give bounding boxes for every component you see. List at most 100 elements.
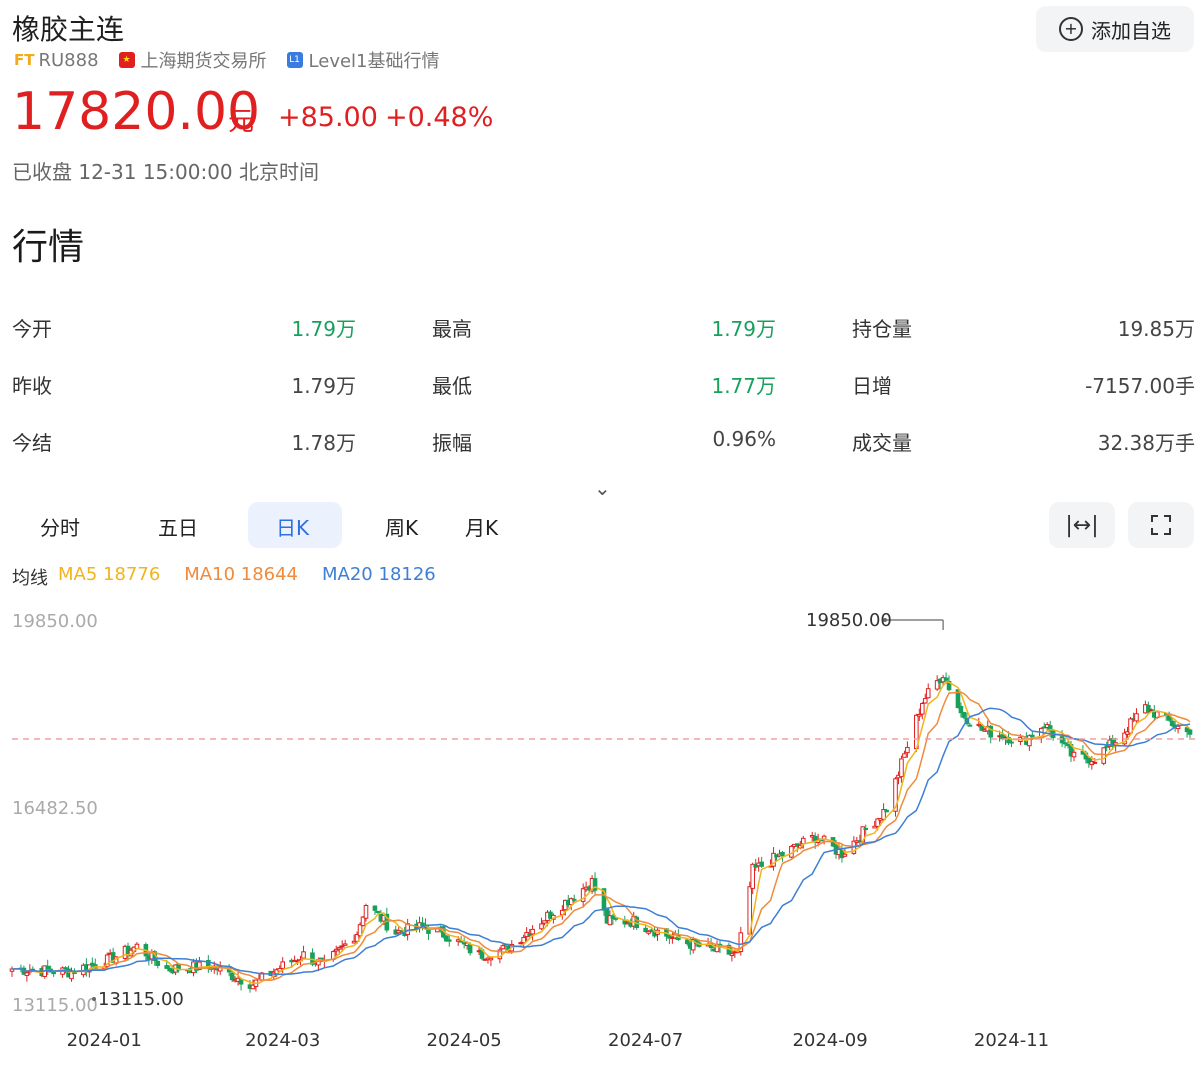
fit-width-button[interactable]: |↔| [1049,502,1115,548]
candle-body [1009,741,1014,744]
candle-body [800,837,806,845]
candle-body [1134,713,1139,722]
candle-body [446,939,452,942]
stat-label-high: 最高 [432,317,472,341]
candle-body [1187,729,1193,735]
tab-daily-k[interactable]: 日K [276,512,309,541]
candle-body [1101,747,1107,764]
candle-body [301,951,306,959]
fullscreen-icon [1151,515,1171,535]
tab-weekly-k[interactable]: 周K [385,512,418,541]
candle-body [750,863,756,889]
ma5-line [11,681,1191,985]
ma-legend: 均线 MA5 18776 MA10 18644 MA20 18126 [12,564,436,590]
extreme-markers: 19850.00 13115.00 [92,610,944,1010]
candle-body [488,957,494,961]
stat-value-high: 1.79万 [711,317,776,341]
ma20-legend: MA20 18126 [322,564,436,585]
candle-body [899,758,904,778]
candle-body [780,851,785,857]
x-tick-label: 2024-11 [974,1030,1049,1051]
expand-chevron-icon[interactable]: ⌄ [594,476,611,500]
candle-body [1062,742,1068,745]
candle-body [842,853,848,857]
stat-value-volume: 32.38万手 [1097,431,1195,455]
candle-body [24,972,30,976]
candles-layer [9,672,1193,993]
candle-body [339,945,345,948]
ma10-line [11,691,1191,981]
high-marker-label: 19850.00 [806,610,892,631]
price-unit: 元 [228,107,255,137]
x-tick-label: 2024-03 [245,1030,320,1051]
plus-circle-icon: + [1059,17,1083,41]
last-price: 17820.00 [12,82,261,142]
low-marker-dot [92,997,96,1001]
stat-value-prev-close: 1.79万 [291,374,356,398]
stat-label-daily-change: 日增 [852,374,892,398]
tab-monthly-k[interactable]: 月K [465,512,498,541]
candle-body [539,923,544,930]
fit-width-icon: |↔| [1065,512,1099,538]
candle-body [1071,751,1077,758]
tab-intraday[interactable]: 分时 [40,512,80,541]
candle-body [530,928,535,935]
candle-body [916,713,922,717]
candle-body [759,861,764,867]
stat-label-settle: 今结 [12,431,52,455]
futures-tag: FT [14,51,35,69]
stat-value-open-interest: 19.85万 [1117,317,1195,341]
candle-body [542,920,547,924]
candle-body [863,827,869,830]
ma-lines-layer [11,681,1191,985]
x-axis: 2024-01 2024-03 2024-05 2024-07 2024-09 2024-… [67,1030,1050,1051]
candle-body [884,809,889,813]
candle-body [372,905,378,911]
fullscreen-button[interactable] [1128,502,1194,548]
candle-body [922,698,928,704]
y-mid-label: 16482.50 [12,798,98,819]
add-watchlist-label: 添加自选 [1091,18,1171,43]
ma10-legend: MA10 18644 [184,564,299,585]
instrument-meta: FT RU888 ★ 上海期货交易所 L1 Level1基础行情 [14,47,440,73]
x-tick-label: 2024-07 [608,1030,683,1051]
candle-body [919,703,925,715]
candle-body [521,936,526,944]
candle-body [342,943,348,946]
instrument-code: RU888 [38,49,99,71]
candle-body [1030,734,1035,737]
stat-value-settle: 1.78万 [291,431,356,455]
price-change-pct: +0.48% [385,102,494,133]
candle-body [375,910,381,913]
stat-value-low: 1.77万 [711,374,776,398]
candle-body [363,904,369,919]
ma5-legend: MA5 18776 [58,564,161,585]
candle-body [155,960,161,966]
candle-body [51,971,56,975]
level-badge-icon: L1 [286,52,303,68]
level-label: Level1基础行情 [308,51,440,72]
y-max-label: 19850.00 [12,611,98,632]
tab-five-day[interactable]: 五日 [158,512,198,541]
y-min-label: 13115.00 [12,995,98,1016]
stat-value-daily-change: -7157.00手 [1085,374,1195,398]
candle-body [925,688,931,699]
candle-body [958,705,964,714]
stat-value-open: 1.79万 [291,317,356,341]
stat-label-volume: 成交量 [852,431,912,455]
stat-value-amplitude: 0.96% [712,427,776,451]
add-watchlist-button[interactable]: + 添加自选 [1036,6,1194,52]
stat-label-amplitude: 振幅 [432,431,472,455]
ma-legend-label: 均线 [12,568,48,589]
candle-body [72,972,77,975]
candle-body [961,711,967,718]
instrument-title: 橡胶主连 [12,13,125,46]
kline-chart[interactable]: 19850.00 16482.50 13115.00 19850.00 13115… [0,595,1200,1068]
candle-body [500,945,506,950]
candle-body [967,724,973,727]
low-marker-label: 13115.00 [98,989,184,1010]
x-tick-label: 2024-01 [67,1030,142,1051]
x-tick-label: 2024-09 [792,1030,867,1051]
candle-body [229,972,235,981]
stat-label-open-interest: 持仓量 [852,317,912,341]
